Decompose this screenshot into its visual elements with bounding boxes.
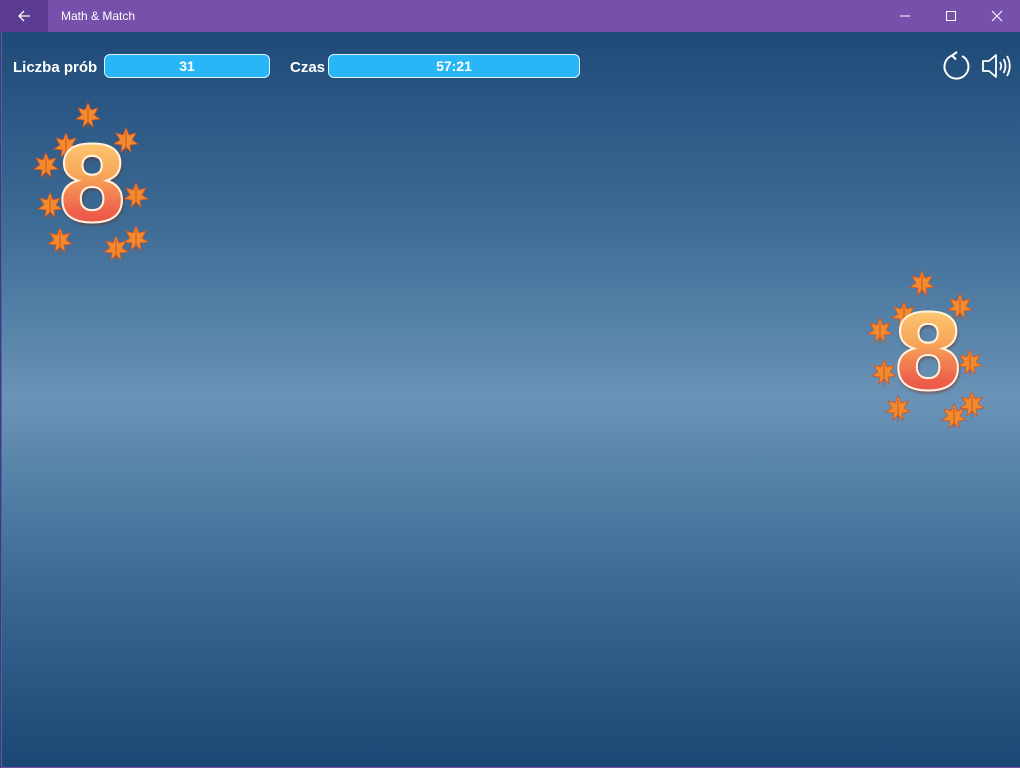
maximize-icon xyxy=(946,11,956,21)
attempts-label: Liczba prób xyxy=(13,59,98,76)
minimize-icon xyxy=(900,15,910,17)
maximize-button[interactable] xyxy=(928,0,974,32)
time-label: Czas xyxy=(290,59,326,76)
card-tile[interactable]: 8 xyxy=(864,268,994,428)
minimize-button[interactable] xyxy=(882,0,928,32)
title-bar: Math & Match xyxy=(0,0,1020,32)
restart-button[interactable] xyxy=(941,50,973,82)
close-icon xyxy=(991,10,1003,22)
card-number: 8 xyxy=(891,292,965,414)
restart-icon xyxy=(943,51,970,80)
arrow-left-icon xyxy=(18,10,30,22)
close-button[interactable] xyxy=(974,0,1020,32)
card-number: 8 xyxy=(55,124,129,246)
back-button[interactable] xyxy=(0,0,48,32)
time-value: 57:21 xyxy=(328,54,580,78)
card-tile[interactable]: 8 xyxy=(28,100,158,260)
app-title: Math & Match xyxy=(61,9,136,23)
sound-button[interactable] xyxy=(980,50,1012,82)
speaker-icon xyxy=(982,54,1011,78)
attempts-value: 31 xyxy=(104,54,270,78)
